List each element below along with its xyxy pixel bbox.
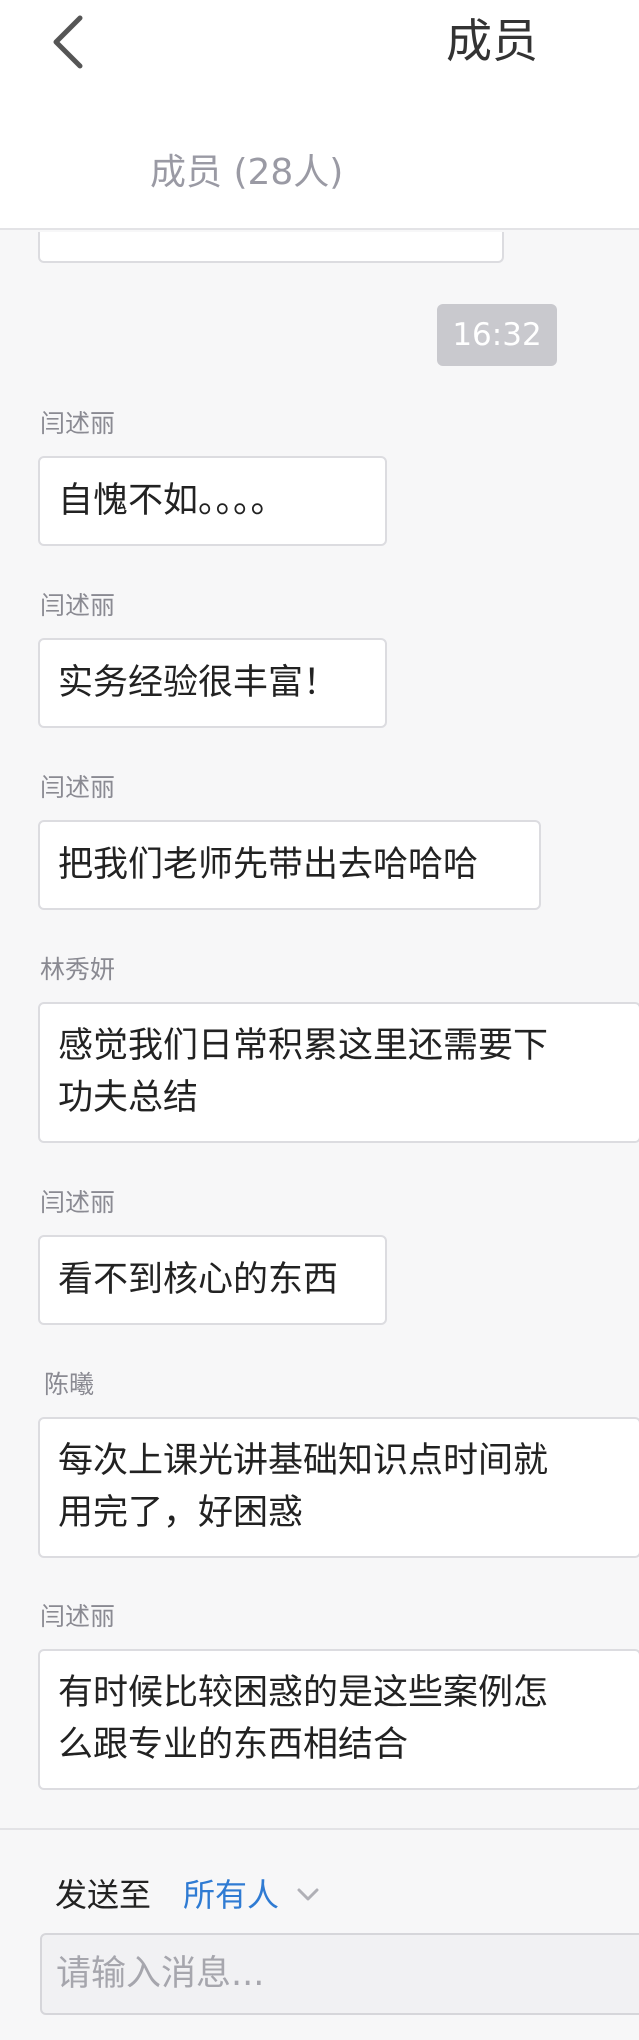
header: 成员 成员 (28人): [0, 0, 639, 230]
sender-name: 闫述丽: [40, 1602, 116, 1631]
recipient-value: 所有人: [183, 1876, 280, 1914]
sender-name: 闫述丽: [40, 409, 116, 438]
message-bubble[interactable]: 自愧不如。。。。: [38, 456, 387, 546]
message-bubble[interactable]: 看不到核心的东西: [38, 1235, 387, 1325]
message-input[interactable]: [40, 1933, 639, 2015]
recipient-select[interactable]: 所有人: [183, 1870, 319, 1920]
back-button[interactable]: [38, 4, 98, 80]
message-bubble[interactable]: 感觉我们日常积累这里还需要下 功夫总结: [38, 1002, 639, 1143]
send-to-label: 发送至: [55, 1876, 152, 1914]
tab-members[interactable]: 成员 (28人): [150, 146, 343, 200]
message-bubble[interactable]: 实务经验很丰富！: [38, 638, 387, 728]
sender-name: 林秀妍: [40, 955, 116, 984]
chevron-left-icon: [53, 15, 83, 69]
message-bubble[interactable]: 把我们老师先带出去哈哈哈: [38, 820, 541, 910]
message-bubble[interactable]: 每次上课光讲基础知识点时间就 用完了，好困惑: [38, 1417, 639, 1558]
previous-message-bubble: [38, 232, 504, 263]
sender-name: 陈曦: [44, 1370, 95, 1399]
sender-name: 闫述丽: [40, 1188, 116, 1217]
sender-name: 闫述丽: [40, 591, 116, 620]
message-list[interactable]: 16:32 闫述丽 自愧不如。。。。 闫述丽 实务经验很丰富！ 闫述丽 把我们老…: [0, 232, 639, 1828]
sender-name: 闫述丽: [40, 773, 116, 802]
timestamp-chip: 16:32: [437, 304, 557, 366]
message-bubble[interactable]: 有时候比较困惑的是这些案例怎 么跟专业的东西相结合: [38, 1649, 639, 1790]
chevron-down-icon: [297, 1888, 319, 1901]
message-composer: 发送至 所有人: [0, 1828, 639, 2040]
chat-screen: 成员 成员 (28人) 16:32 闫述丽 自愧不如。。。。 闫述丽 实务经验很…: [0, 0, 639, 2040]
page-title: 成员: [446, 14, 538, 68]
